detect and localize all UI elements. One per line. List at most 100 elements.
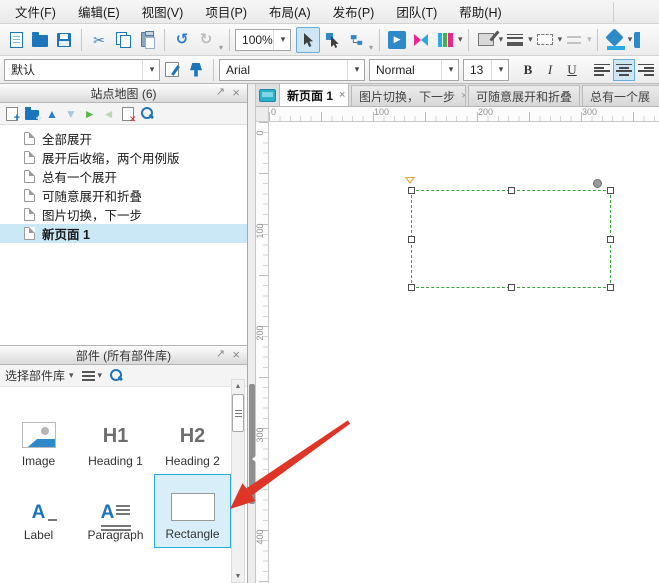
collapse-arrow-icon[interactable]: [249, 456, 256, 462]
widget-button-partial[interactable]: [154, 552, 231, 583]
menu-view[interactable]: 视图(V): [132, 0, 194, 24]
widget-heading1[interactable]: H1Heading 1: [77, 400, 154, 474]
widget-rectangle-selected[interactable]: Rectangle: [154, 474, 231, 548]
delete-page-icon[interactable]: [122, 107, 134, 121]
popout-icon[interactable]: ↗: [216, 348, 225, 361]
scrollbar-thumb[interactable]: [232, 394, 244, 432]
underline-button[interactable]: U: [561, 59, 583, 81]
pages-icon[interactable]: [259, 89, 276, 102]
view-options-button[interactable]: ▾: [82, 370, 103, 381]
chevron-down-icon[interactable]: ▾: [528, 34, 533, 45]
new-file-button[interactable]: [4, 27, 28, 53]
zoom-select[interactable]: 100% ▾: [235, 29, 291, 51]
sitemap-page-item[interactable]: 可随意展开和折叠: [0, 186, 247, 205]
bold-button[interactable]: B: [517, 59, 539, 81]
scroll-up-icon[interactable]: ▲: [232, 380, 244, 392]
font-family-select[interactable]: Arial ▾: [219, 59, 365, 81]
resize-handle-se[interactable]: [607, 284, 614, 291]
add-page-icon[interactable]: [6, 107, 18, 121]
undo-button[interactable]: ↺: [170, 27, 194, 53]
select-tool-button[interactable]: [296, 27, 320, 53]
chevron-down-icon[interactable]: ▾: [458, 34, 463, 45]
line-style-button[interactable]: [533, 27, 557, 53]
menu-publish[interactable]: 发布(P): [323, 0, 385, 24]
tab-close-icon[interactable]: ×: [578, 90, 580, 102]
paste-button[interactable]: [135, 27, 159, 53]
fill-color-button[interactable]: [603, 27, 627, 53]
popout-icon[interactable]: ↗: [216, 86, 225, 99]
search-icon[interactable]: [110, 369, 123, 382]
library-select-button[interactable]: 选择部件库 ▾: [5, 367, 74, 384]
widget-label-item[interactable]: ALabel: [0, 474, 77, 548]
publish-button[interactable]: [409, 27, 433, 53]
resize-handle-sw[interactable]: [408, 284, 415, 291]
menu-layout[interactable]: 布局(A): [259, 0, 321, 24]
toolbar-overflow-icon[interactable]: ▾: [369, 43, 373, 52]
menu-help[interactable]: 帮助(H): [449, 0, 511, 24]
font-weight-select[interactable]: Normal ▾: [369, 59, 459, 81]
resize-handle-e[interactable]: [607, 236, 614, 243]
sitemap-page-item[interactable]: 总有一个展开: [0, 167, 247, 186]
align-left-button[interactable]: [591, 59, 613, 81]
widget-style-select[interactable]: 默认 ▾: [4, 59, 160, 81]
sitemap-page-item[interactable]: 图片切换，下一步: [0, 205, 247, 224]
align-center-button[interactable]: [613, 59, 635, 81]
chevron-down-icon[interactable]: ▾: [628, 34, 633, 45]
close-icon[interactable]: ×: [232, 86, 240, 99]
align-right-button[interactable]: [635, 59, 657, 81]
redo-button[interactable]: ↻: [194, 27, 218, 53]
tab-image-switch[interactable]: 图片切换，下一步 ×: [351, 85, 466, 106]
resize-handle-n[interactable]: [508, 187, 515, 194]
menu-project[interactable]: 项目(P): [195, 0, 257, 24]
menu-file[interactable]: 文件(F): [5, 0, 66, 24]
menu-edit[interactable]: 编辑(E): [68, 0, 130, 24]
italic-button[interactable]: I: [539, 59, 561, 81]
widgets-scrollbar[interactable]: ▲ ▼: [231, 379, 245, 583]
search-icon[interactable]: [141, 107, 154, 120]
font-size-select[interactable]: 13 ▾: [463, 59, 509, 81]
design-canvas[interactable]: [269, 122, 659, 583]
widget-placeholder-partial[interactable]: [0, 552, 77, 583]
resize-handle-s[interactable]: [508, 284, 515, 291]
widget-heading2[interactable]: H2Heading 2: [154, 400, 231, 474]
sitemap-page-item-selected[interactable]: 新页面 1: [0, 224, 247, 243]
add-folder-icon[interactable]: [25, 110, 39, 120]
widget-image[interactable]: Image: [0, 400, 77, 474]
toolbar-overflow-icon[interactable]: ▾: [219, 43, 223, 52]
style-editor-button[interactable]: [160, 57, 184, 83]
preview-button[interactable]: ▶: [385, 27, 409, 53]
connector-tool-button[interactable]: [344, 27, 368, 53]
widget-style-value: 默认: [11, 61, 35, 78]
menu-team[interactable]: 团队(T): [386, 0, 447, 24]
save-button[interactable]: [52, 27, 76, 53]
resize-handle-w[interactable]: [408, 236, 415, 243]
line-weight-button[interactable]: [503, 27, 527, 53]
open-file-button[interactable]: [28, 27, 52, 53]
tab-new-page-1[interactable]: 新页面 1 ×: [279, 84, 349, 106]
resize-handle-ne[interactable]: [607, 187, 614, 194]
selected-rectangle-widget[interactable]: [411, 190, 611, 288]
widget-paragraph[interactable]: AParagraph: [77, 474, 154, 548]
copy-button[interactable]: [111, 27, 135, 53]
move-up-icon[interactable]: ▲: [46, 108, 58, 120]
cut-button[interactable]: ✂: [87, 27, 111, 53]
widget-shapes-partial[interactable]: [77, 552, 154, 583]
close-icon[interactable]: ×: [232, 348, 240, 361]
select-partial-tool-button[interactable]: [320, 27, 344, 53]
tab-close-icon[interactable]: ×: [461, 90, 466, 102]
tab-label: 可随意展开和折叠: [476, 88, 572, 105]
indent-icon[interactable]: ►: [84, 108, 96, 120]
sitemap-page-item[interactable]: 展开后收缩，两个用例版: [0, 148, 247, 167]
scroll-down-icon[interactable]: ▼: [232, 570, 244, 582]
chevron-down-icon: ▾: [347, 60, 361, 80]
tab-close-icon[interactable]: ×: [339, 89, 345, 101]
arrow-style-button[interactable]: [562, 27, 586, 53]
page-style-button[interactable]: [433, 27, 457, 53]
resize-handle-nw[interactable]: [408, 187, 415, 194]
sitemap-page-item[interactable]: 全部展开: [0, 129, 247, 148]
page-label: 总有一个展开: [42, 167, 117, 186]
tab-expand-collapse[interactable]: 可随意展开和折叠 ×: [468, 85, 580, 106]
tab-always-one-open[interactable]: 总有一个展: [582, 85, 659, 106]
border-edit-button[interactable]: [474, 27, 498, 53]
format-painter-button[interactable]: [184, 57, 208, 83]
